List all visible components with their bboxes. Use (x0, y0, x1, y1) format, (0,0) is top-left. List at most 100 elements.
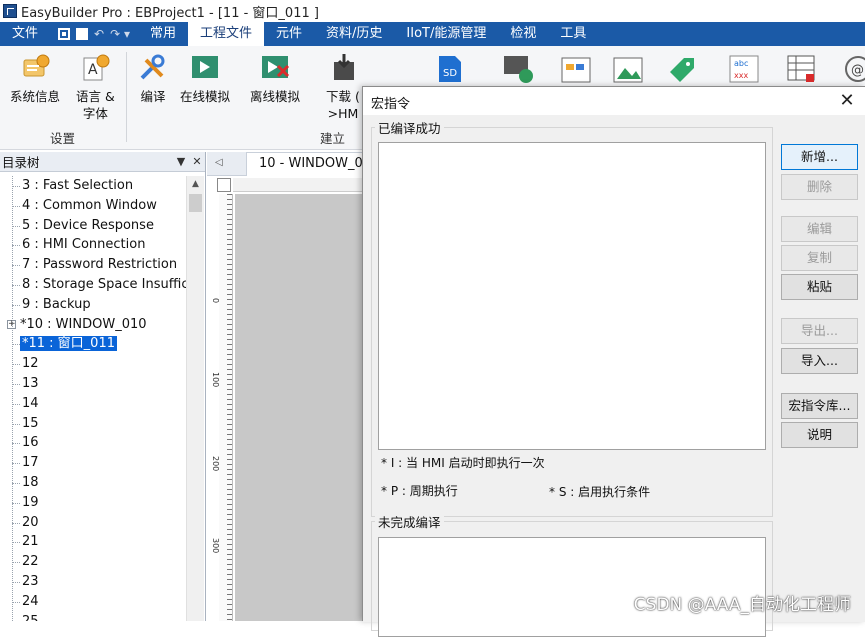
help-button[interactable]: 说明 (781, 422, 858, 448)
image-gallery-icon[interactable] (560, 54, 592, 84)
export-button[interactable]: 导出... (781, 318, 858, 344)
close-icon[interactable]: ✕ (837, 90, 857, 111)
menu-bar: 文件 ↶ ↷ ▾ 常用 工程文件 元件 资料/历史 IIoT/能源管理 检视 工… (0, 22, 865, 46)
note-s: * S : 启用执行条件 (549, 485, 651, 499)
tree-item-label: 22 (22, 554, 39, 570)
menu-common[interactable]: 常用 (138, 22, 188, 46)
ribbon-separator (126, 52, 127, 142)
pin-dropdown-icon[interactable]: ▼ (173, 155, 189, 168)
language-font-label: 语言 & 字体 (76, 89, 115, 121)
tree-item[interactable]: 8 : Storage Space Insuffic (0, 275, 186, 295)
menu-data-history[interactable]: 资料/历史 (314, 22, 394, 46)
tree-item[interactable]: 20 (0, 513, 186, 533)
compiled-macro-list[interactable] (378, 142, 766, 450)
compile-button[interactable]: 编译 (136, 52, 170, 105)
tree-item[interactable]: 17 (0, 453, 186, 473)
network-refresh-icon[interactable] (502, 54, 534, 84)
vertical-ruler (219, 194, 233, 621)
at-sign-icon[interactable]: @ (842, 54, 865, 84)
language-font-icon: A (83, 54, 110, 81)
window-title: EasyBuilder Pro : EBProject1 - [11 - 窗口_… (21, 5, 319, 21)
tree-item-label: 20 (22, 514, 39, 530)
system-info-label: 系统信息 (10, 89, 61, 104)
expand-plus-icon[interactable]: + (7, 319, 16, 329)
text-replace-icon[interactable]: abc xxx (728, 54, 760, 84)
tree-item[interactable]: 22 (0, 552, 186, 572)
tree-item[interactable]: 16 (0, 433, 186, 453)
tree-item[interactable]: 4 : Common Window (0, 196, 186, 216)
tree-item[interactable]: 6 : HMI Connection (0, 235, 186, 255)
tree-item-label: 16 (22, 435, 39, 451)
tree-item-label: 5 : Device Response (22, 217, 154, 233)
import-button[interactable]: 导入... (781, 348, 858, 374)
undo-icon[interactable]: ↶ (94, 27, 104, 41)
incomplete-macro-list[interactable] (378, 537, 766, 637)
tag-icon[interactable] (666, 54, 698, 84)
tree-item[interactable]: 19 (0, 493, 186, 513)
ruler-number: 0 (211, 298, 220, 304)
tree-item[interactable]: 15 (0, 414, 186, 434)
dialog-body: 已编译成功 * I : 当 HMI 启动时即执行一次 * P : 周期执行 * … (363, 115, 865, 637)
tree-item-label: 3 : Fast Selection (22, 178, 134, 193)
download-button[interactable]: 下载 ( >HM (326, 52, 360, 122)
tree-item[interactable]: 9 : Backup (0, 295, 186, 315)
menu-iiot[interactable]: IIoT/能源管理 (394, 22, 498, 46)
edit-button[interactable]: 编辑 (781, 216, 858, 242)
picture-icon[interactable] (612, 54, 644, 84)
tree-item[interactable]: 23 (0, 572, 186, 592)
save-icon[interactable] (58, 28, 71, 40)
scroll-thumb[interactable] (189, 194, 202, 212)
copy-button[interactable]: 复制 (781, 245, 858, 271)
design-canvas[interactable] (235, 194, 365, 621)
tree-item[interactable]: 14 (0, 394, 186, 414)
svg-text:xxx: xxx (734, 71, 748, 80)
paste-button[interactable]: 粘贴 (781, 274, 858, 300)
menu-objects[interactable]: 元件 (264, 22, 314, 46)
table-icon[interactable] (786, 54, 818, 84)
delete-button[interactable]: 删除 (781, 174, 858, 200)
download-icon (334, 54, 354, 80)
menu-project[interactable]: 工程文件 (188, 22, 265, 46)
tree-item[interactable]: 3 : Fast Selection (0, 176, 186, 196)
ruler-corner[interactable] (217, 178, 231, 192)
tree-item-label: 4 : Common Window (22, 197, 157, 213)
note-p: * P : 周期执行 (381, 484, 458, 498)
tree-item-label: 23 (22, 573, 39, 589)
online-sim-button[interactable]: 在线模拟 (180, 52, 230, 105)
tree-item-label: 7 : Password Restriction (22, 257, 178, 273)
language-font-button[interactable]: A 语言 & 字体 (76, 52, 115, 122)
menu-file[interactable]: 文件 (0, 22, 50, 46)
horizontal-ruler (233, 178, 365, 192)
ruler-number: 300 (211, 538, 220, 554)
close-icon[interactable]: ✕ (189, 155, 205, 168)
tree-item[interactable]: 21 (0, 532, 186, 552)
scroll-up-icon[interactable]: ▲ (187, 176, 204, 192)
offline-sim-button[interactable]: 离线模拟 (250, 52, 300, 105)
tree-item[interactable]: 24 (0, 592, 186, 612)
tree-item[interactable]: 13 (0, 374, 186, 394)
sd-card-icon[interactable]: SD (435, 54, 463, 84)
download-label: 下载 ( >HM (326, 89, 360, 121)
save-all-icon[interactable] (76, 28, 89, 40)
tree-scrollbar[interactable]: ▲ (186, 176, 204, 621)
tree-item[interactable]: 5 : Device Response (0, 216, 186, 236)
new-button[interactable]: 新增... (781, 144, 858, 170)
tree-item-label: 12 (22, 356, 39, 372)
tree-item[interactable]: 25 (0, 612, 186, 621)
menu-view[interactable]: 检视 (498, 22, 548, 46)
menu-tools[interactable]: 工具 (548, 22, 598, 46)
tree-item-label: 24 (22, 593, 39, 609)
tree-item[interactable]: 7 : Password Restriction (0, 255, 186, 275)
redo-icon[interactable]: ↷ ▾ (110, 27, 130, 41)
tab-window-010[interactable]: 10 - WINDOW_010 (246, 152, 366, 176)
system-info-button[interactable]: 系统信息 (10, 52, 60, 105)
tree-item[interactable]: 12 (0, 354, 186, 374)
tree-item[interactable]: + *10 : WINDOW_010 (0, 315, 186, 335)
offline-simulation-icon (262, 56, 290, 78)
tree-list: 3 : Fast Selection 4 : Common Window 5 : D… (0, 176, 186, 621)
macro-library-button[interactable]: 宏指令库... (781, 393, 858, 419)
tree-item[interactable]: *11 : 窗口_011 (0, 334, 186, 354)
tree-item[interactable]: 18 (0, 473, 186, 493)
group-settings-label: 设置 (50, 131, 76, 146)
tab-scroll-left-icon[interactable]: ◁ (215, 157, 223, 168)
